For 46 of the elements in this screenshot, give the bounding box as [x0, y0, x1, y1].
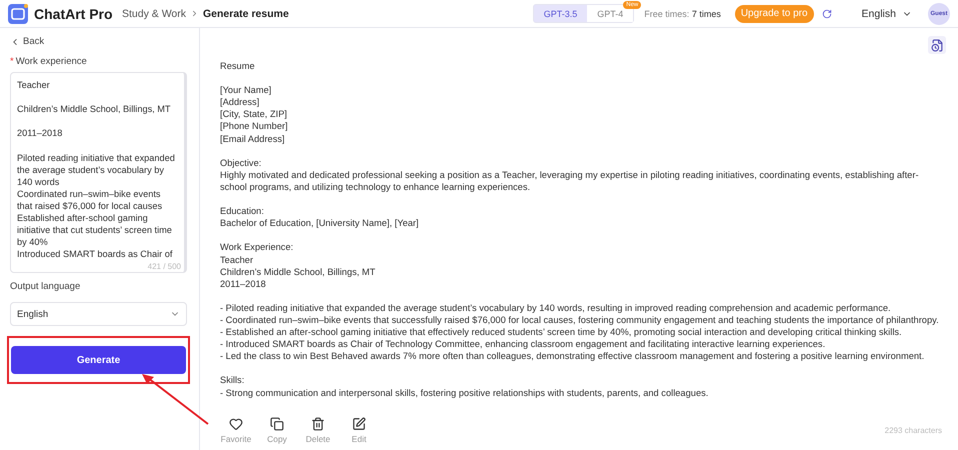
result-text-line: [City, State, ZIP] — [220, 108, 288, 120]
breadcrumb-item[interactable]: Study & Work — [122, 8, 186, 20]
result-text-line: Resume — [220, 60, 256, 72]
result-text-line: - Led the class to win Best Behaved awards 7% more often than colleagues, demonstrating effective classroom management and fostering a positive learning environment. — [220, 350, 926, 362]
result-text-line: - Coordinated run–swim–bike events that successfully raised $76,000 for local causes, fostering community engagement and teaching students the importance of philanthropy. — [220, 314, 940, 326]
result-text-line: - Established an after-school gaming initiative that effectively reduced students’ screen time by 40%, promoting social interaction and developing critical thinking skills. — [220, 326, 903, 338]
result-text-line: Children’s Middle School, Billings, MT — [220, 266, 376, 278]
character-counter: 421 / 500 — [148, 262, 181, 272]
output-language-select[interactable]: English — [10, 302, 187, 326]
delete-button[interactable]: Delete — [302, 416, 334, 444]
favorite-icon — [229, 416, 243, 430]
edit-icon — [352, 416, 366, 430]
result-text-line: [Your Name] — [220, 84, 272, 96]
copy-icon — [270, 416, 284, 430]
result-text-line: 2011–2018 — [220, 278, 267, 290]
edit-button[interactable]: Edit — [343, 416, 375, 444]
chevron-icon — [190, 9, 199, 18]
model-tab[interactable]: GPT-3.5 — [534, 5, 588, 22]
result-text-line: [Address] — [220, 96, 260, 108]
logo-icon — [8, 4, 28, 24]
result-text-line: Teacher — [220, 254, 254, 266]
copy-button[interactable]: Copy — [261, 416, 293, 444]
favorite-button[interactable]: Favorite — [220, 416, 252, 444]
delete-icon — [311, 416, 325, 430]
result-text-line: Objective: — [220, 156, 262, 169]
result-text-line: Work Experience: — [220, 241, 294, 254]
result-text-line: [Phone Number] — [220, 120, 289, 133]
free-times-text: Free times: 7 times — [644, 8, 721, 18]
language-select[interactable]: English — [862, 8, 912, 20]
result-text-line: - Piloted reading initiative that expanded the average student’s vocabulary by 140 words, resulting in improved reading comprehension and academic performance. — [220, 302, 892, 314]
field-label: * Work experience — [10, 56, 88, 67]
result-text-line: [Email Address] — [220, 132, 286, 145]
result-text-line: Education: — [220, 205, 265, 218]
app-name: ChatArt Pro — [34, 6, 113, 22]
back-link[interactable]: Back — [10, 36, 187, 47]
result-text-line: Bachelor of Education, [University Name], [Year] — [220, 217, 420, 230]
history-icon[interactable] — [928, 36, 946, 54]
refresh-icon[interactable] — [822, 8, 832, 18]
result-text-line: - Introduced SMART boards as Chair of Technology Committee, enhancing classroom engagement and facilitating interactive learning experiences. — [220, 338, 826, 350]
breadcrumb-item: Generate resume — [203, 8, 289, 20]
result-text-line: - Strong communication and interpersonal skills, fostering positive relationships with students, parents, and colleagues. — [220, 386, 710, 399]
character-count: 2293 characters — [884, 426, 942, 434]
field-label: Output language — [10, 281, 82, 292]
result-text-line: Skills: — [220, 374, 246, 387]
result-text-line: Highly motivated and dedicated professional seeking a position as a Teacher, leveraging my expertise in piloting reading initiatives, coordinating events, establishing after-school programs, and utilizing technology to enhance learning experiences. — [220, 168, 920, 194]
generate-button[interactable]: Generate — [11, 346, 186, 374]
